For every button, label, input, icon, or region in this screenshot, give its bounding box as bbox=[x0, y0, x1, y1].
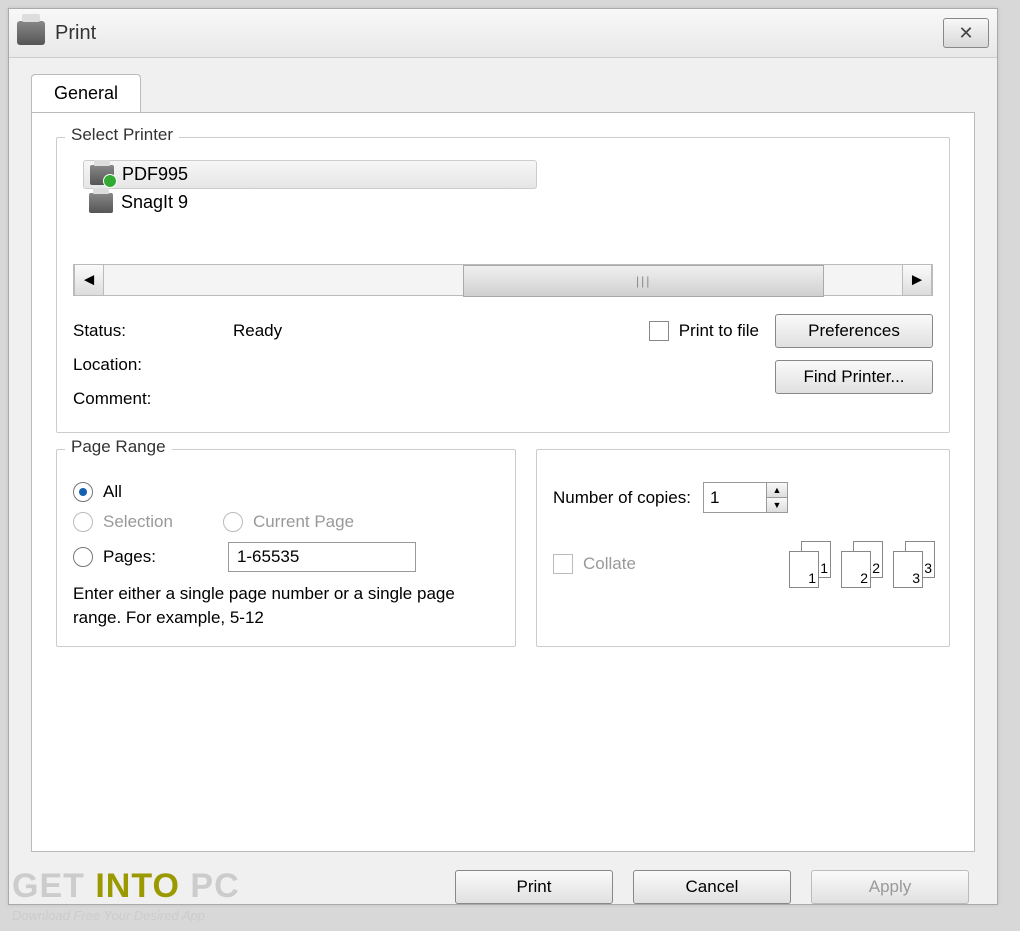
printer-list-hscrollbar[interactable]: ◄ ||| ► bbox=[73, 264, 933, 296]
spinner-up-icon[interactable]: ▲ bbox=[767, 483, 787, 498]
printer-name: PDF995 bbox=[122, 164, 188, 185]
collate-row: Collate 1 1 2 2 3 bbox=[553, 541, 933, 587]
pages-input[interactable] bbox=[228, 542, 416, 572]
status-row: Status: Location: Comment: Ready bbox=[73, 314, 933, 416]
radio-selection bbox=[73, 512, 93, 532]
copies-input[interactable] bbox=[703, 482, 767, 513]
printer-item-pdf995[interactable]: PDF995 bbox=[83, 160, 537, 189]
preferences-button[interactable]: Preferences bbox=[775, 314, 933, 348]
tab-general[interactable]: General bbox=[31, 74, 141, 112]
page-icon: 1 bbox=[789, 551, 819, 588]
collate-pair-1: 1 1 bbox=[789, 541, 829, 587]
cancel-button[interactable]: Cancel bbox=[633, 870, 791, 904]
printer-item-snagit[interactable]: SnagIt 9 bbox=[83, 189, 933, 216]
copies-group: . Number of copies: ▲ ▼ Co bbox=[536, 449, 950, 647]
collate-label: Collate bbox=[583, 554, 636, 574]
collate-pair-3: 3 3 bbox=[893, 541, 933, 587]
scroll-thumb[interactable]: ||| bbox=[463, 265, 824, 297]
radio-pages[interactable] bbox=[73, 547, 93, 567]
status-value: Ready bbox=[233, 314, 393, 348]
close-icon: ✕ bbox=[958, 23, 973, 44]
radio-selection-row: Selection Current Page bbox=[73, 512, 499, 532]
comment-label: Comment: bbox=[73, 382, 233, 416]
lower-row: Page Range All Selection Current Page bbox=[56, 449, 950, 663]
close-button[interactable]: ✕ bbox=[943, 18, 989, 48]
watermark-overlay: GET INTO PC Download Free Your Desired A… bbox=[12, 867, 240, 923]
radio-all-row: All bbox=[73, 482, 499, 502]
radio-current-page-label: Current Page bbox=[253, 512, 354, 532]
radio-pages-row: Pages: bbox=[73, 542, 499, 572]
select-printer-legend: Select Printer bbox=[65, 125, 179, 145]
watermark-title: GET INTO PC bbox=[12, 867, 240, 906]
spinner-down-icon[interactable]: ▼ bbox=[767, 498, 787, 512]
print-to-file-label: Print to file bbox=[679, 321, 759, 341]
page-icon: 2 bbox=[841, 551, 871, 588]
window-title: Print bbox=[55, 22, 96, 45]
radio-selection-label: Selection bbox=[103, 512, 173, 532]
find-printer-button[interactable]: Find Printer... bbox=[775, 360, 933, 394]
radio-current-page bbox=[223, 512, 243, 532]
apply-button: Apply bbox=[811, 870, 969, 904]
print-to-file-checkbox[interactable] bbox=[649, 321, 669, 341]
status-labels: Status: Location: Comment: bbox=[73, 314, 233, 416]
status-right: Print to file Preferences Find Printer..… bbox=[649, 314, 933, 394]
spinner-arrows: ▲ ▼ bbox=[767, 482, 788, 513]
print-dialog-window: Print ✕ General Select Printer PDF995 Sn bbox=[8, 8, 998, 905]
page-range-group: Page Range All Selection Current Page bbox=[56, 449, 516, 647]
radio-all-label: All bbox=[103, 482, 122, 502]
tab-area: General Select Printer PDF995 SnagIt 9 bbox=[9, 58, 997, 852]
radio-all[interactable] bbox=[73, 482, 93, 502]
status-values: Ready bbox=[233, 314, 393, 348]
select-printer-group: Select Printer PDF995 SnagIt 9 ◄ ||| bbox=[56, 137, 950, 433]
watermark-subtitle: Download Free Your Desired App bbox=[12, 908, 240, 923]
titlebar: Print ✕ bbox=[9, 9, 997, 58]
page-icon: 3 bbox=[893, 551, 923, 588]
print-button[interactable]: Print bbox=[455, 870, 613, 904]
printer-list: PDF995 SnagIt 9 bbox=[83, 160, 933, 216]
scroll-left-arrow-icon[interactable]: ◄ bbox=[74, 265, 104, 295]
number-of-copies-label: Number of copies: bbox=[553, 488, 691, 508]
print-to-file-row: Print to file bbox=[649, 321, 759, 341]
printer-icon bbox=[89, 193, 113, 213]
status-label: Status: bbox=[73, 314, 233, 348]
printer-name: SnagIt 9 bbox=[121, 192, 188, 213]
copies-row: Number of copies: ▲ ▼ bbox=[553, 482, 933, 513]
watermark-part3: PC bbox=[190, 867, 239, 905]
collate-checkbox bbox=[553, 554, 573, 574]
collate-pair-2: 2 2 bbox=[841, 541, 881, 587]
page-range-help: Enter either a single page number or a s… bbox=[73, 582, 499, 630]
scroll-track[interactable]: ||| bbox=[104, 265, 902, 295]
copies-spinner: ▲ ▼ bbox=[703, 482, 788, 513]
collate-illustration: 1 1 2 2 3 3 bbox=[789, 541, 933, 587]
scroll-right-arrow-icon[interactable]: ► bbox=[902, 265, 932, 295]
watermark-part2: INTO bbox=[95, 867, 180, 905]
printer-default-icon bbox=[90, 165, 114, 185]
radio-pages-label: Pages: bbox=[103, 547, 156, 567]
tabs: General bbox=[31, 74, 975, 112]
location-label: Location: bbox=[73, 348, 233, 382]
page-range-legend: Page Range bbox=[65, 437, 172, 457]
tab-body-general: Select Printer PDF995 SnagIt 9 ◄ ||| bbox=[31, 112, 975, 852]
printer-icon bbox=[17, 21, 45, 45]
watermark-part1: GET bbox=[12, 867, 85, 905]
